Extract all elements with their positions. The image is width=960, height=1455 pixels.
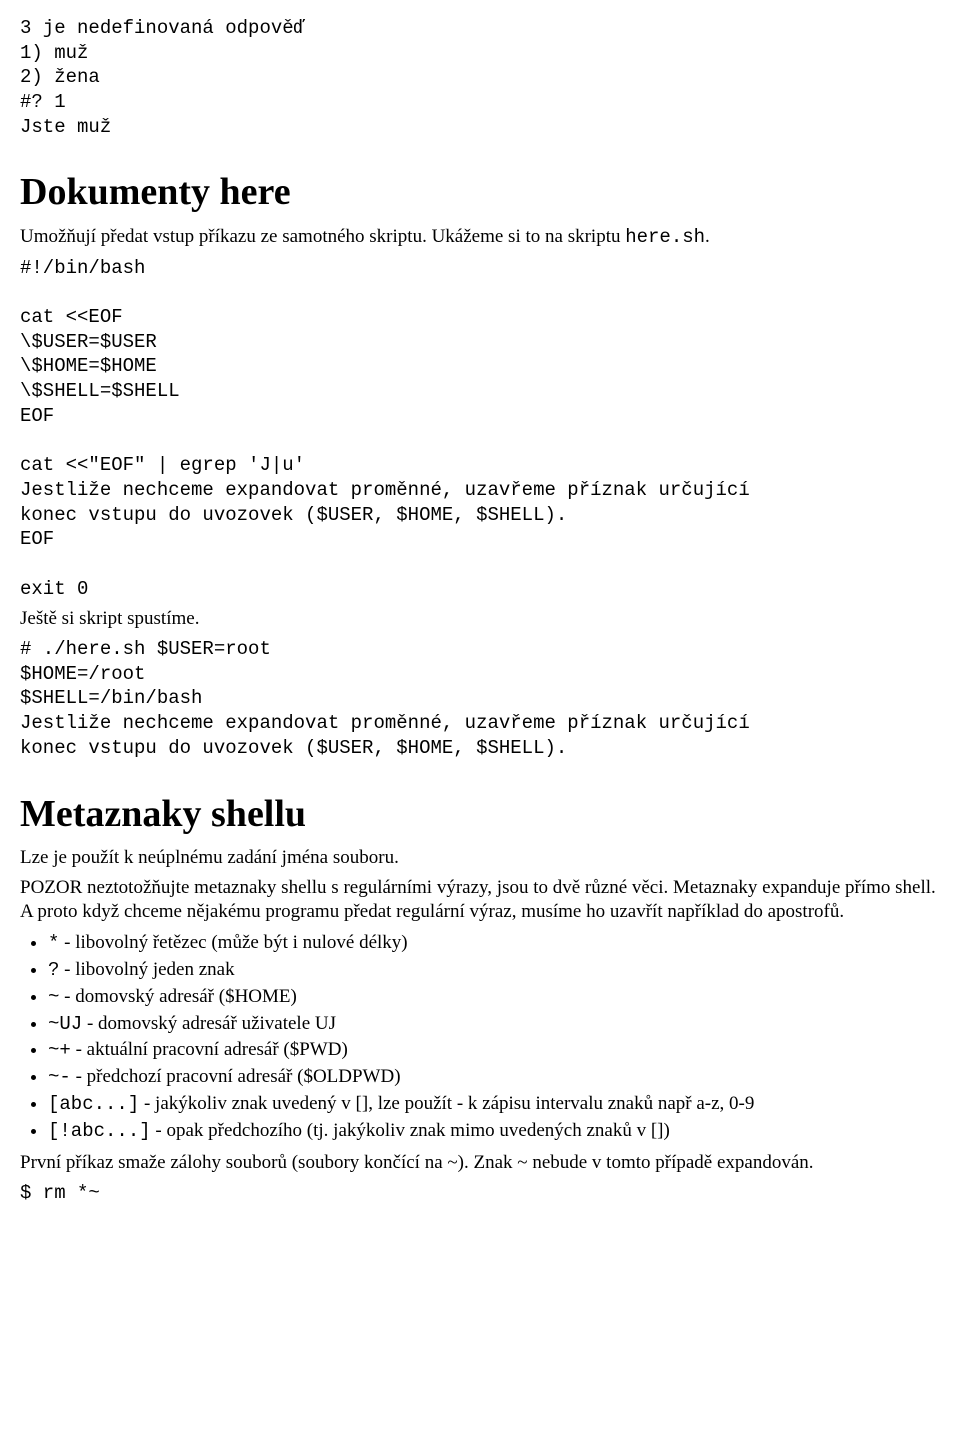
list-item-code: ~+ (48, 1039, 71, 1061)
list-item: ~- - předchozí pracovní adresář ($OLDPWD… (48, 1065, 940, 1090)
list-item: * - libovolný řetězec (může být i nulové… (48, 931, 940, 956)
list-item: ? - libovolný jeden znak (48, 958, 940, 983)
paragraph-still-run: Ještě si skript spustíme. (20, 607, 940, 631)
paragraph-meta-2: POZOR neztotožňujte metaznaky shellu s r… (20, 876, 940, 924)
list-item-code: * (48, 932, 59, 954)
list-item: ~UJ - domovský adresář uživatele UJ (48, 1012, 940, 1037)
list-item-text: - libovolný řetězec (může být i nulové d… (59, 932, 407, 953)
list-item-text: - domovský adresář ($HOME) (59, 986, 296, 1007)
text-intro-here-1: Umožňují předat vstup příkazu ze samotné… (20, 226, 625, 247)
paragraph-intro-here: Umožňují předat vstup příkazu ze samotné… (20, 225, 940, 250)
list-item-code: [!abc...] (48, 1120, 151, 1142)
code-block-top: 3 je nedefinovaná odpověď 1) muž 2) žena… (20, 16, 940, 139)
code-block-rm: $ rm *~ (20, 1181, 940, 1206)
heading-dokumenty-here: Dokumenty here (20, 169, 940, 217)
text-intro-here-2: . (705, 226, 710, 247)
list-item: [abc...] - jakýkoliv znak uvedený v [], … (48, 1092, 940, 1117)
code-block-here-script: #!/bin/bash cat <<EOF \$USER=$USER \$HOM… (20, 256, 940, 602)
code-block-here-run: # ./here.sh $USER=root $HOME=/root $SHEL… (20, 637, 940, 760)
list-metaznaky: * - libovolný řetězec (může být i nulové… (48, 931, 940, 1143)
list-item-code: ? (48, 959, 59, 981)
list-item-text: - aktuální pracovní adresář ($PWD) (71, 1039, 348, 1060)
list-item-code: ~ (48, 986, 59, 1008)
list-item-code: ~- (48, 1066, 71, 1088)
paragraph-last: První příkaz smaže zálohy souborů (soubo… (20, 1151, 940, 1175)
list-item-text: - předchozí pracovní adresář ($OLDPWD) (71, 1066, 401, 1087)
list-item: ~ - domovský adresář ($HOME) (48, 985, 940, 1010)
list-item-text: - libovolný jeden znak (59, 959, 234, 980)
heading-metaznaky-shellu: Metaznaky shellu (20, 791, 940, 839)
list-item-text: - jakýkoliv znak uvedený v [], lze použí… (139, 1093, 754, 1114)
list-item: [!abc...] - opak předchozího (tj. jakýko… (48, 1119, 940, 1144)
code-here-sh: here.sh (625, 226, 705, 248)
list-item-code: [abc...] (48, 1093, 139, 1115)
paragraph-meta-1: Lze je použít k neúplnému zadání jména s… (20, 846, 940, 870)
list-item-text: - opak předchozího (tj. jakýkoliv znak m… (151, 1120, 670, 1141)
list-item-code: ~UJ (48, 1013, 82, 1035)
list-item-text: - domovský adresář uživatele UJ (82, 1013, 336, 1034)
list-item: ~+ - aktuální pracovní adresář ($PWD) (48, 1038, 940, 1063)
